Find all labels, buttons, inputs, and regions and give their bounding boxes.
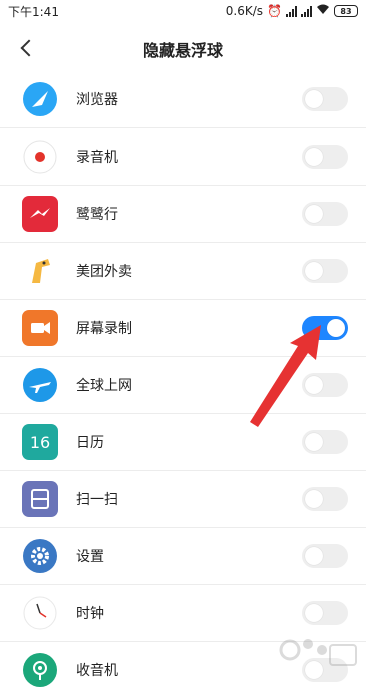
signal-icon [286,5,297,17]
status-icons: 0.6K/s ⏰ 83 [226,4,358,18]
list-item: 浏览器 [0,70,366,128]
list-item: 屏幕录制 [0,299,366,357]
list-item: 鹭鹭行 [0,185,366,243]
status-bar: 下午1:41 0.6K/s ⏰ 83 [0,0,366,22]
gear-icon [22,538,58,574]
signal-icon-2 [301,5,312,17]
list-item: 16 日历 [0,413,366,471]
recorder-icon [22,139,58,175]
app-label: 全球上网 [76,378,132,394]
hide-toggle[interactable] [302,87,348,111]
toggle-knob [305,604,323,622]
app-label: 日历 [76,435,104,451]
giraffe-icon [22,253,58,289]
toggle-knob [305,490,323,508]
app-label: 设置 [76,549,104,565]
hide-toggle[interactable] [302,316,348,340]
list-item: 全球上网 [0,356,366,414]
app-label: 屏幕录制 [76,321,132,337]
hide-toggle[interactable] [302,544,348,568]
toggle-knob [327,319,345,337]
watermark-logo [270,630,360,680]
wifi-icon [316,4,330,18]
nav-bar: 隐藏悬浮球 [0,22,366,77]
list-item: 录音机 [0,128,366,186]
toggle-knob [305,376,323,394]
toggle-knob [305,148,323,166]
toggle-knob [305,433,323,451]
app-label: 收音机 [76,663,118,679]
toggle-knob [305,90,323,108]
toggle-knob [305,205,323,223]
browser-icon [22,81,58,117]
app-label: 录音机 [76,150,118,166]
app-label: 时钟 [76,606,104,622]
plane-icon [22,367,58,403]
scan-icon [22,481,58,517]
hide-toggle[interactable] [302,145,348,169]
toggle-knob [305,547,323,565]
hide-toggle[interactable] [302,430,348,454]
hide-toggle[interactable] [302,601,348,625]
svg-text:16: 16 [30,433,50,452]
hide-toggle[interactable] [302,259,348,283]
radio-icon [22,652,58,687]
status-time: 下午1:41 [8,4,59,19]
network-speed: 0.6K/s [225,4,264,18]
app-label: 扫一扫 [76,492,118,508]
page-title: 隐藏悬浮球 [142,41,223,60]
alarm-icon: ⏰ [267,4,282,18]
hide-toggle[interactable] [302,202,348,226]
travel-icon [22,196,58,232]
calendar-icon: 16 [22,424,58,460]
list-item: 设置 [0,527,366,585]
clock-icon [22,595,58,631]
list-item: 美团外卖 [0,242,366,300]
toggle-knob [305,262,323,280]
app-label: 鹭鹭行 [76,207,118,223]
app-label: 美团外卖 [76,264,132,280]
hide-toggle[interactable] [302,487,348,511]
app-label: 浏览器 [76,92,118,108]
hide-toggle[interactable] [302,373,348,397]
list-item: 扫一扫 [0,470,366,528]
battery-icon: 83 [334,5,358,17]
screen-record-icon [22,310,58,346]
